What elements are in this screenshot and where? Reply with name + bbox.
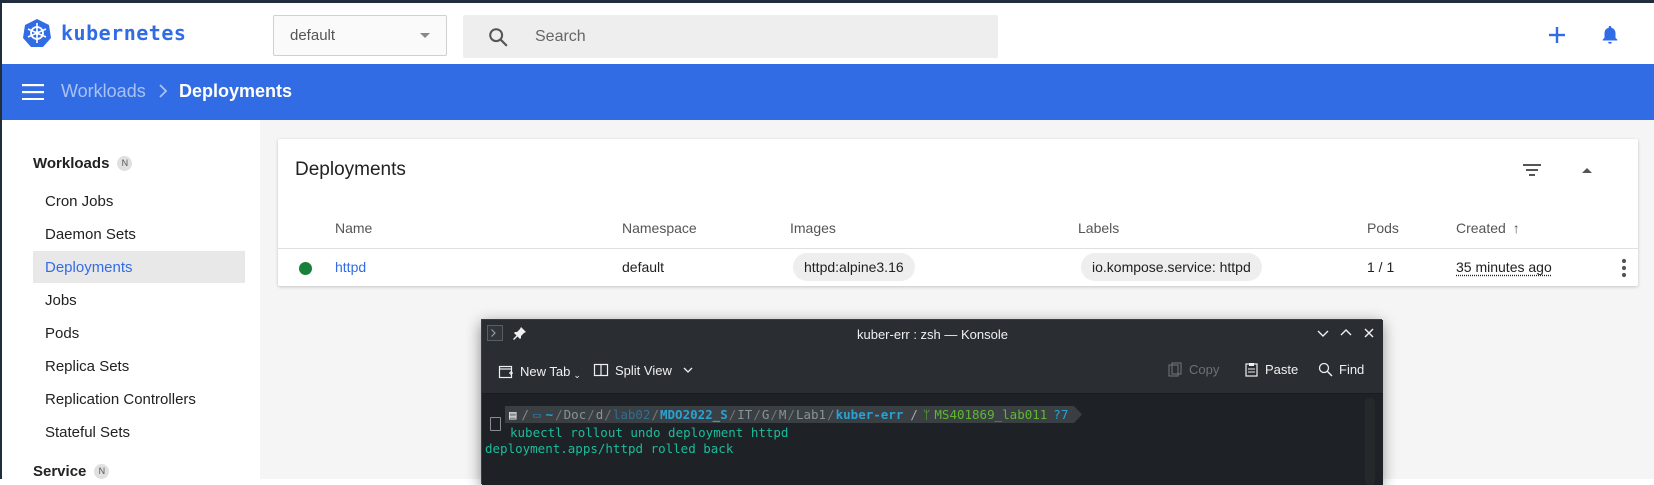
chevron-down-icon <box>682 364 694 376</box>
hamburger-menu-icon[interactable] <box>22 84 44 100</box>
column-header-pods: Pods <box>1367 220 1399 236</box>
command-line: kubectl rollout undo deployment httpd <box>510 425 788 440</box>
breadcrumb-workloads[interactable]: Workloads <box>61 81 146 102</box>
copy-icon <box>1168 362 1183 377</box>
column-header-name[interactable]: Name <box>335 220 372 236</box>
deployment-name-link[interactable]: httpd <box>335 259 366 275</box>
create-resource-icon[interactable] <box>1545 23 1569 47</box>
split-view-button[interactable]: Split View <box>593 362 694 378</box>
new-tab-button[interactable]: New Tab ⌄ <box>498 362 581 381</box>
breadcrumb-deployments: Deployments <box>179 81 292 102</box>
konsole-titlebar[interactable]: kuber-err : zsh — Konsole <box>482 320 1383 348</box>
konsole-toolbar: New Tab ⌄ Split View Copy Paste Find <box>482 348 1383 394</box>
label-chip: io.kompose.service: httpd <box>1081 253 1262 281</box>
section-label: Workloads <box>33 155 109 172</box>
dropdown-arrow-icon: ⌄ <box>573 370 581 381</box>
konsole-window: kuber-err : zsh — Konsole New Tab ⌄ Spli… <box>481 319 1382 484</box>
image-chip: httpd:alpine3.16 <box>793 253 915 281</box>
section-label: Service <box>33 463 86 480</box>
dropdown-caret-icon <box>420 33 430 38</box>
app-logo[interactable]: kubernetes <box>22 18 186 48</box>
column-header-images: Images <box>790 220 836 236</box>
sort-ascending-icon: ↑ <box>1513 220 1520 236</box>
terminal-app-icon <box>487 325 503 341</box>
paste-clipboard-icon <box>1244 362 1259 377</box>
status-running-icon <box>299 262 312 275</box>
search-bar[interactable]: Search <box>463 15 998 58</box>
git-branch-icon: ᛘ <box>921 406 933 423</box>
namespace-selector[interactable]: default <box>273 15 447 56</box>
search-icon <box>1318 362 1333 377</box>
prompt-corner <box>490 417 501 431</box>
sidebar-section-workloads[interactable]: Workloads N <box>33 155 132 172</box>
maximize-chevron-up-icon[interactable] <box>1339 326 1353 340</box>
notifications-bell-icon[interactable] <box>1599 24 1621 46</box>
breadcrumb-bar: Workloads Deployments <box>0 64 1654 120</box>
column-header-labels: Labels <box>1078 220 1119 236</box>
namespaced-badge: N <box>94 464 109 479</box>
created-cell: 35 minutes ago <box>1456 259 1552 275</box>
pods-cell: 1 / 1 <box>1367 259 1394 275</box>
new-tab-icon <box>498 364 514 380</box>
column-header-namespace[interactable]: Namespace <box>622 220 697 236</box>
table-header: Name Namespace Images Labels Pods Create… <box>278 207 1638 249</box>
terminal-area[interactable]: ▤ / ▭ ~ / Doc / d / lab02 / MDO2022_S / … <box>482 394 1383 485</box>
column-header-created[interactable]: Created ↑ <box>1456 220 1520 236</box>
sidebar-item-daemon-sets[interactable]: Daemon Sets <box>33 218 245 250</box>
pin-icon[interactable] <box>513 326 527 340</box>
sidebar-section-service[interactable]: Service N <box>33 463 109 480</box>
chevron-right-icon <box>156 84 170 98</box>
search-icon <box>487 26 509 48</box>
find-button[interactable]: Find <box>1318 362 1364 377</box>
minimize-chevron-down-icon[interactable] <box>1316 326 1330 340</box>
copy-button[interactable]: Copy <box>1168 362 1219 377</box>
window-edge <box>0 0 2 479</box>
split-view-icon <box>593 362 609 378</box>
top-bar: kubernetes default Search <box>0 0 1654 64</box>
namespace-cell: default <box>622 259 664 275</box>
namespaced-badge: N <box>117 156 132 171</box>
close-icon[interactable] <box>1362 326 1376 340</box>
konsole-title: kuber-err : zsh — Konsole <box>857 327 1008 342</box>
sidebar-item-jobs[interactable]: Jobs <box>33 284 245 316</box>
table-row: httpd default httpd:alpine3.16 io.kompos… <box>278 249 1638 286</box>
card-title: Deployments <box>295 159 406 181</box>
folder-icon: ▭ <box>530 406 544 423</box>
search-input[interactable]: Search <box>535 28 586 46</box>
sidebar-item-replication-controllers[interactable]: Replication Controllers <box>33 383 245 415</box>
terminal-scrollbar[interactable] <box>1365 398 1375 485</box>
sidebar-item-deployments[interactable]: Deployments <box>33 251 245 283</box>
os-icon: ▤ <box>505 406 521 423</box>
more-actions-icon[interactable] <box>1621 258 1627 278</box>
filter-icon[interactable] <box>1521 159 1543 181</box>
paste-button[interactable]: Paste <box>1244 362 1298 377</box>
deployments-card: Deployments Name Namespace Images Labels… <box>278 139 1638 286</box>
sidebar-item-replica-sets[interactable]: Replica Sets <box>33 350 245 382</box>
kubernetes-logo-icon <box>22 18 52 48</box>
sidebar-item-pods[interactable]: Pods <box>33 317 245 349</box>
namespace-value: default <box>290 27 335 44</box>
sidebar-item-stateful-sets[interactable]: Stateful Sets <box>33 416 245 448</box>
logo-text: kubernetes <box>61 21 186 45</box>
sidebar-item-cron-jobs[interactable]: Cron Jobs <box>33 185 245 217</box>
sidebar: Workloads N Cron Jobs Daemon Sets Deploy… <box>0 120 260 479</box>
collapse-up-icon[interactable] <box>1580 163 1594 177</box>
shell-prompt: ▤ / ▭ ~ / Doc / d / lab02 / MDO2022_S / … <box>505 406 1082 423</box>
command-output: deployment.apps/httpd rolled back <box>485 441 733 456</box>
